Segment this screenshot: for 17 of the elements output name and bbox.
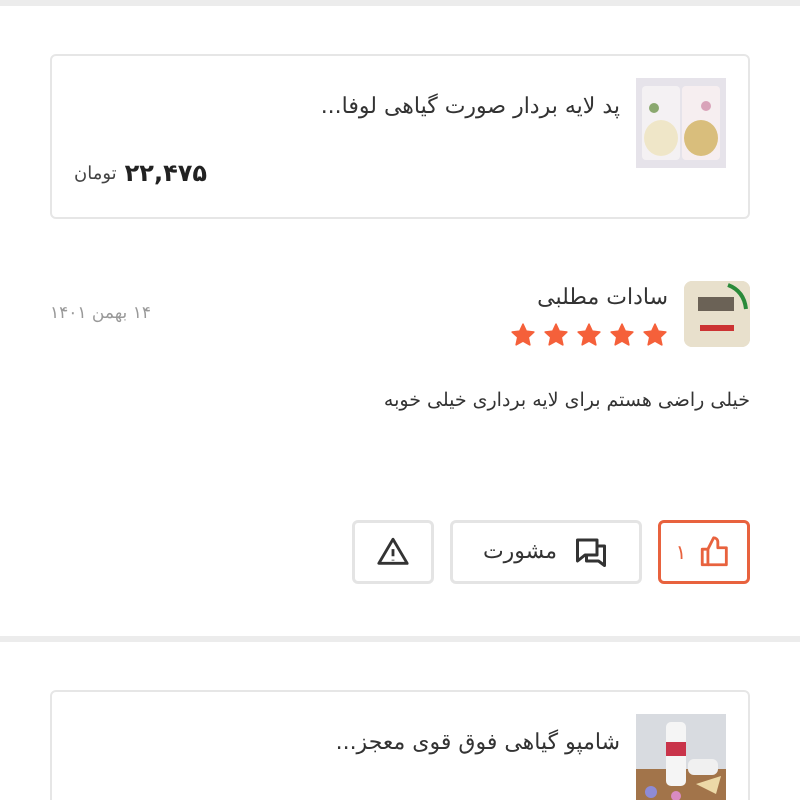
- star-icon: [576, 322, 602, 348]
- review-date: ۱۴ بهمن ۱۴۰۱: [50, 302, 151, 325]
- product-title: پد لایه بردار صورت گیاهی لوفا...: [320, 92, 620, 121]
- star-icon: [510, 322, 536, 348]
- currency: تومان: [74, 162, 117, 186]
- star-icon: [642, 322, 668, 348]
- star-icon: [543, 322, 569, 348]
- review-comment: خیلی راضی هستم برای لایه برداری خیلی خوبه: [382, 388, 750, 413]
- product-title: شامپو گیاهی فوق قوی معجز...: [334, 728, 620, 756]
- consult-button[interactable]: مشورت: [450, 520, 642, 584]
- star-icon: [609, 322, 635, 348]
- price: ۲۲,۴۷۵: [124, 158, 208, 189]
- product-card[interactable]: شامپو گیاهی فوق قوی معجز...: [50, 690, 750, 800]
- product-card[interactable]: پد لایه بردار صورت گیاهی لوفا... ۲۲,۴۷۵ تومان: [50, 54, 750, 219]
- avatar: [684, 281, 750, 347]
- author-name: سادات مطلبی: [536, 284, 668, 312]
- report-button[interactable]: [352, 520, 434, 584]
